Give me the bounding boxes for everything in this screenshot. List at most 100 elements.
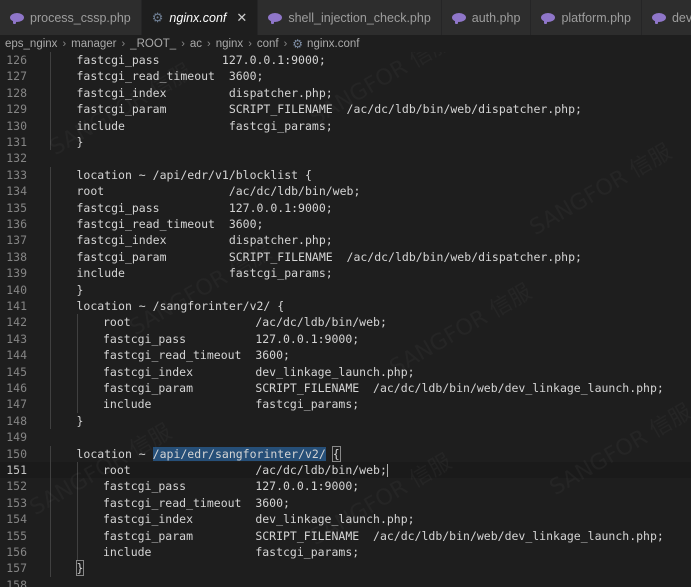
indent-guide xyxy=(50,494,51,512)
code-line[interactable]: 128 fastcgi_index dispatcher.php; xyxy=(0,84,691,102)
code-text: root /ac/dc/ldb/bin/web; xyxy=(103,315,387,330)
breadcrumb-item[interactable]: manager xyxy=(71,38,116,50)
indent-guide xyxy=(50,134,51,151)
indent-guide xyxy=(76,544,78,561)
line-number: 150 xyxy=(6,446,27,461)
code-editor-window: process_cssp.php ⚙ nginx.conf ✕ shell_inject… xyxy=(0,0,691,587)
tab-label: shell_injection_check.php xyxy=(288,10,431,25)
code-line[interactable]: 143 fastcgi_pass 127.0.0.1:9000; xyxy=(0,330,691,348)
line-number: 133 xyxy=(6,167,27,182)
indent-guide xyxy=(50,314,51,331)
code-line[interactable]: 135 fastcgi_pass 127.0.0.1:9000; xyxy=(0,199,691,216)
code-line[interactable]: 156 include fastcgi_params; xyxy=(0,544,691,561)
tab-label: platform.php xyxy=(561,10,631,25)
code-editor[interactable]: 126 fastcgi_pass 127.0.0.1:9000; 127 fastcg… xyxy=(0,52,691,587)
code-text: location ~ /sangforinter/v2/ { xyxy=(76,299,285,313)
code-text: fastcgi_pass 127.0.0.1:9000; xyxy=(76,53,326,67)
indent-guide xyxy=(76,314,78,331)
breadcrumb-item[interactable]: ac xyxy=(190,38,202,50)
code-line[interactable]: 142 root /ac/dc/ldb/bin/web; xyxy=(0,314,691,331)
code-text: fastcgi_pass 127.0.0.1:9000; xyxy=(76,200,333,215)
code-text: fastcgi_read_timeout 3600; xyxy=(103,495,290,510)
chevron-right-icon: › xyxy=(62,37,67,50)
indent-guide xyxy=(50,248,51,266)
tab-label: process_cssp.php xyxy=(30,10,131,25)
line-number: 153 xyxy=(6,495,27,510)
tab-bar: process_cssp.php ⚙ nginx.conf ✕ shell_inject… xyxy=(0,0,691,35)
line-number: 137 xyxy=(6,233,27,248)
indent-guide xyxy=(50,544,51,561)
indent-guide xyxy=(50,281,51,298)
tab-0[interactable]: process_cssp.php xyxy=(0,0,142,35)
code-text: } xyxy=(76,413,84,428)
breadcrumb-item[interactable]: _ROOT_ xyxy=(130,38,176,50)
code-line[interactable]: 140} xyxy=(0,281,691,298)
code-text: fastcgi_param SCRIPT_FILENAME /ac/dc/ldb… xyxy=(103,528,664,543)
code-line[interactable]: 155 fastcgi_param SCRIPT_FILENAME /ac/dc/… xyxy=(0,527,691,544)
code-line[interactable]: 132 xyxy=(0,150,691,166)
indent-guide xyxy=(50,265,51,282)
code-line[interactable]: 131} xyxy=(0,134,691,151)
code-line[interactable]: 150 location ~ /api/edr/sangforinter/v2/ … xyxy=(0,445,691,462)
indent-guide xyxy=(50,347,51,364)
code-line[interactable]: 137 fastcgi_index dispatcher.php; xyxy=(0,232,691,249)
code-text: include fastcgi_params; xyxy=(103,545,360,559)
indent-guide xyxy=(50,52,51,69)
code-text: fastcgi_index dev_linkage_launch.php; xyxy=(103,512,415,527)
code-text: } xyxy=(75,560,85,577)
code-line[interactable]: 126 fastcgi_pass 127.0.0.1:9000; xyxy=(0,52,691,69)
code-line[interactable]: 136 fastcgi_read_timeout 3600; xyxy=(0,216,691,233)
code-line[interactable]: 147 include fastcgi_params; xyxy=(0,396,691,413)
code-line[interactable]: 127 fastcgi_read_timeout 3600; xyxy=(0,68,691,85)
breadcrumb-item[interactable]: nginx xyxy=(216,38,244,50)
tab-1[interactable]: ⚙ nginx.conf ✕ xyxy=(141,0,259,35)
tab-label: auth.php xyxy=(471,10,521,25)
php-file-icon xyxy=(541,13,556,24)
indent-guide xyxy=(50,380,51,397)
breadcrumb-item[interactable]: conf xyxy=(257,38,279,50)
indent-guide xyxy=(50,199,51,216)
indent-guide xyxy=(76,478,78,495)
code-line[interactable]: 139 include fastcgi_params; xyxy=(0,265,691,282)
indent-guide xyxy=(76,347,78,364)
code-line[interactable]: 129 fastcgi_param SCRIPT_FILENAME /ac/dc/… xyxy=(0,101,691,118)
tab-4[interactable]: platform.php xyxy=(531,0,642,35)
indent-guide xyxy=(50,84,51,102)
code-line[interactable]: 157} xyxy=(0,560,691,577)
chevron-right-icon: › xyxy=(181,37,185,50)
code-line[interactable]: 145 fastcgi_index dev_linkage_launch.php; xyxy=(0,363,691,380)
tab-2[interactable]: shell_injection_check.php xyxy=(258,0,442,35)
code-text: fastcgi_read_timeout 3600; xyxy=(76,69,264,84)
code-line[interactable]: 141 location ~ /sangforinter/v2/ { xyxy=(0,298,691,315)
breadcrumb-item[interactable]: nginx.conf xyxy=(307,38,359,50)
line-number: 158 xyxy=(6,577,27,587)
code-line[interactable]: 152 fastcgi_pass 127.0.0.1:9000; xyxy=(0,478,691,495)
code-line[interactable]: 133 location ~ /api/edr/v1/blocklist { xyxy=(0,166,691,184)
code-line[interactable]: 144 fastcgi_read_timeout 3600; xyxy=(0,347,691,364)
code-line[interactable]: 158 xyxy=(0,577,691,587)
tab-5[interactable]: dev_link xyxy=(641,0,691,35)
breadcrumb-item[interactable]: eps_nginx xyxy=(5,38,57,50)
code-line[interactable]: 151 root /ac/dc/ldb/bin/web; xyxy=(0,462,691,479)
code-line[interactable]: 148} xyxy=(0,412,691,430)
code-line[interactable]: 149 xyxy=(0,429,691,445)
code-line[interactable]: 153 fastcgi_read_timeout 3600; xyxy=(0,494,691,512)
tab-3[interactable]: auth.php xyxy=(441,0,532,35)
indent-guide xyxy=(50,478,51,495)
indent-guide xyxy=(76,330,78,348)
code-text: fastcgi_index dev_linkage_launch.php; xyxy=(103,364,415,379)
code-line[interactable]: 134 root /ac/dc/ldb/bin/web; xyxy=(0,183,691,200)
indent-guide xyxy=(76,462,78,479)
code-line[interactable]: 154 fastcgi_index dev_linkage_launch.php; xyxy=(0,511,691,528)
indent-guide xyxy=(50,527,51,544)
close-icon[interactable]: ✕ xyxy=(236,10,247,26)
code-text: fastcgi_param SCRIPT_FILENAME /ac/dc/ldb… xyxy=(76,102,582,117)
code-line[interactable]: 138 fastcgi_param SCRIPT_FILENAME /ac/dc/… xyxy=(0,248,691,266)
indent-guide xyxy=(76,494,78,512)
code-text: } xyxy=(76,282,84,297)
code-text: location ~ /api/edr/sangforinter/v2/ { xyxy=(76,445,341,462)
php-file-icon xyxy=(451,13,466,24)
code-line[interactable]: 146 fastcgi_param SCRIPT_FILENAME /ac/dc/… xyxy=(0,380,691,397)
indent-guide xyxy=(50,166,51,184)
code-line[interactable]: 130 include fastcgi_params; xyxy=(0,117,691,134)
